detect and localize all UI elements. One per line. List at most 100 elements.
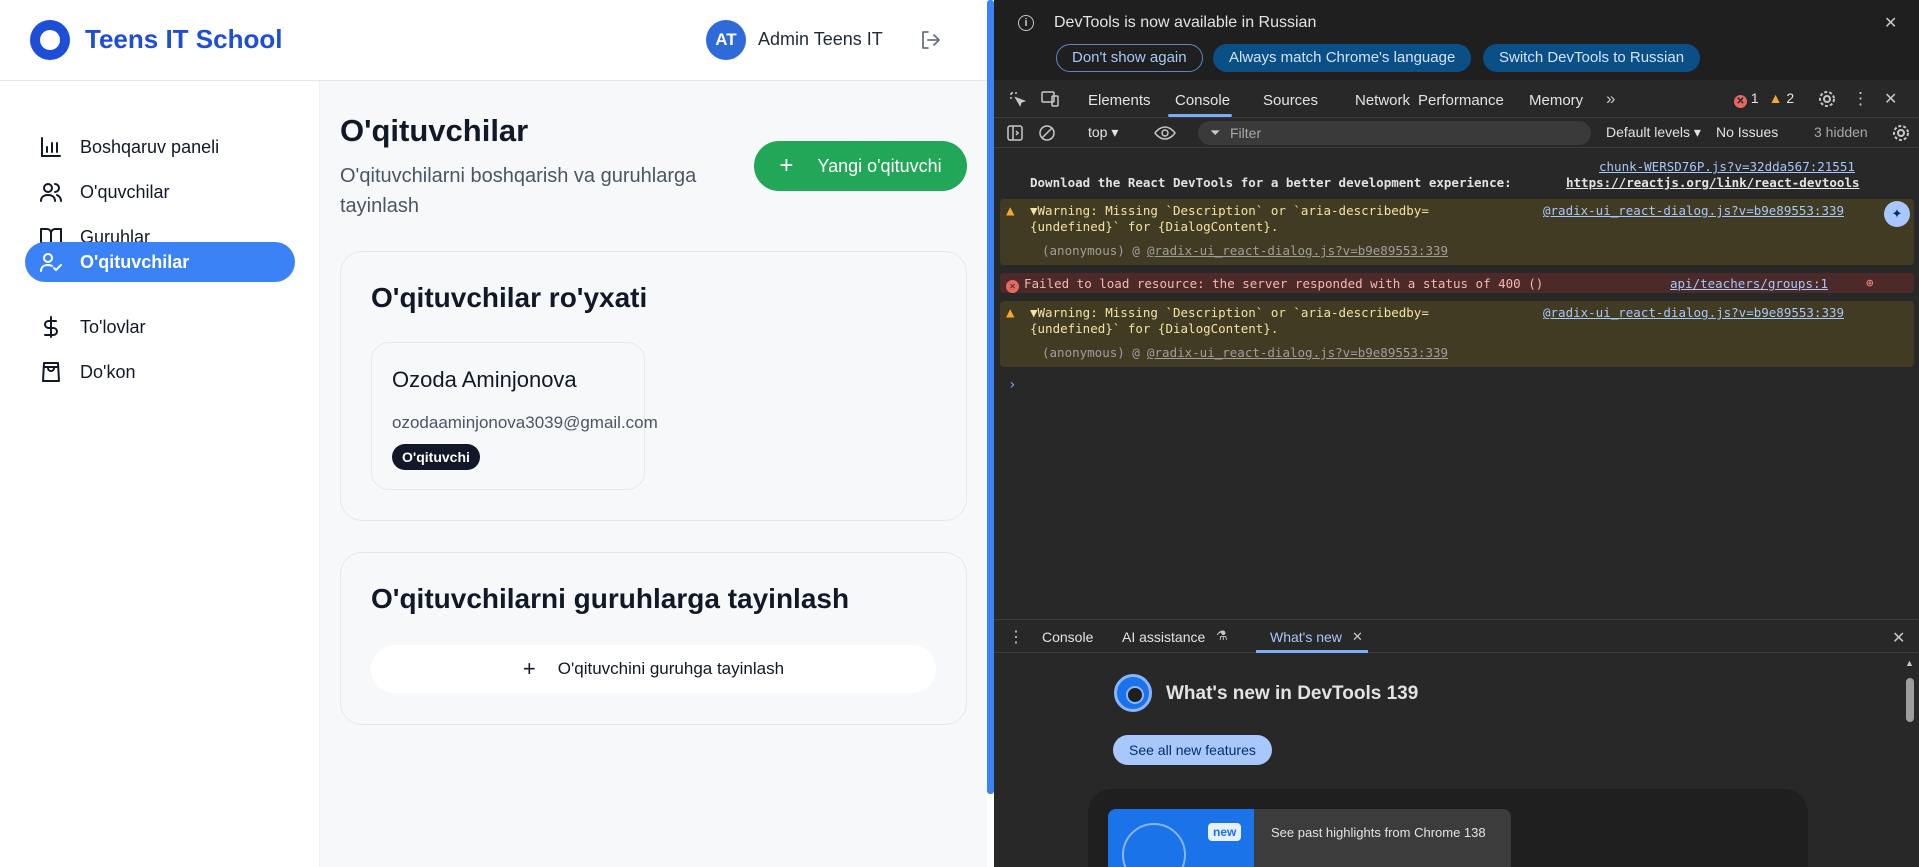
console-filter[interactable]: ⏷: [1198, 121, 1591, 145]
active-tab-indicator: [1168, 114, 1232, 117]
context-value: top: [1088, 124, 1108, 140]
network-icon[interactable]: ⊕: [1866, 275, 1874, 290]
language-infobar: i DevTools is now available in Russian ✕…: [994, 0, 1919, 80]
clear-console-icon[interactable]: [1038, 124, 1056, 142]
new-teacher-button[interactable]: + Yangi o'qituvchi: [754, 141, 967, 191]
sidebar-item-payments[interactable]: To'lovlar: [25, 307, 295, 347]
eye-icon[interactable]: [1154, 125, 1176, 141]
stack-prefix: (anonymous) @: [1042, 243, 1148, 258]
device-toolbar-icon[interactable]: [1040, 90, 1060, 108]
source-link[interactable]: @radix-ui_react-dialog.js?v=b9e89553:339: [1543, 203, 1844, 218]
teacher-email: ozodaaminjonova3039@gmail.com: [392, 413, 658, 432]
scrollbar[interactable]: ▲: [1905, 658, 1914, 867]
sidebar-item-dashboard[interactable]: Boshqaruv paneli: [25, 127, 295, 167]
plus-icon: +: [522, 656, 536, 681]
users-icon: [40, 183, 62, 202]
close-devtools-icon[interactable]: ✕: [1884, 89, 1897, 109]
teachers-list-title: O'qituvchilar ro'yxati: [371, 282, 648, 313]
warning-icon: ▲: [1768, 90, 1783, 106]
logo-icon: [30, 20, 70, 60]
sidebar-item-shop[interactable]: Do'kon: [25, 352, 295, 392]
source-link[interactable]: chunk-WERSD76P.js?v=32dda567:21551: [1599, 159, 1855, 174]
assign-teacher-button-label: O'qituvchini guruhga tayinlash: [557, 659, 785, 678]
warning-icon: ▲: [1006, 203, 1015, 219]
logout-icon[interactable]: [920, 30, 942, 50]
tab-performance[interactable]: Performance: [1418, 92, 1504, 109]
flask-icon: ⚗: [1216, 628, 1228, 643]
tab-console[interactable]: Console: [1175, 92, 1230, 109]
console-message: Download the React DevTools for a better…: [1030, 175, 1520, 190]
page-subtitle: O'qituvchilarni boshqarish va guruhlarga…: [340, 165, 697, 217]
stack-prefix: (anonymous) @: [1042, 345, 1148, 360]
inspect-element-icon[interactable]: [1008, 90, 1026, 108]
always-match-language-button[interactable]: Always match Chrome's language: [1213, 44, 1472, 72]
issues-button[interactable]: No Issues: [1716, 124, 1778, 140]
react-devtools-link[interactable]: https://reactjs.org/link/react-devtools: [1566, 175, 1860, 190]
error-icon: ✕: [1734, 95, 1747, 108]
teacher-card[interactable]: Ozoda Aminjonova ozodaaminjonova3039@gma…: [371, 342, 658, 490]
scroll-thumb[interactable]: [1906, 678, 1914, 722]
past-highlights-card[interactable]: new See past highlights from Chrome 138: [1108, 809, 1511, 867]
sidebar-item-teachers[interactable]: O'qituvchilar: [25, 242, 295, 282]
close-drawer-icon[interactable]: ✕: [1892, 628, 1905, 648]
drawer-tabbar: ⋮ Console AI assistance ⚗ What's new ✕ ✕: [994, 619, 1919, 653]
infobar-text: DevTools is now available in Russian: [1054, 14, 1317, 31]
logo-text[interactable]: Teens IT School: [85, 24, 282, 55]
tab-network[interactable]: Network: [1355, 92, 1410, 109]
tab-memory[interactable]: Memory: [1529, 92, 1583, 109]
bar-chart-icon: [41, 137, 61, 157]
console-toolbar: top ▾ ⏷ Default levels ▾ No Issues 3 hid…: [994, 118, 1919, 148]
filter-icon: ⏷: [1210, 125, 1221, 140]
drawer-tab-ai-assistance[interactable]: AI assistance: [1122, 629, 1205, 645]
highlights-panel: new See past highlights from Chrome 138: [1088, 789, 1808, 867]
stack-link[interactable]: @radix-ui_react-dialog.js?v=b9e89553:339: [1147, 345, 1448, 360]
context-selector[interactable]: top ▾: [1088, 124, 1118, 141]
scroll-up-icon[interactable]: ▲: [1905, 658, 1914, 668]
highlight-text: See past highlights from Chrome 138: [1271, 825, 1486, 840]
source-link[interactable]: api/teachers/groups:1: [1670, 276, 1828, 291]
role-badge: O'qituvchi: [392, 444, 480, 470]
source-link[interactable]: @radix-ui_react-dialog.js?v=b9e89553:339: [1543, 305, 1844, 320]
switch-to-russian-button[interactable]: Switch DevTools to Russian: [1483, 44, 1701, 72]
shopping-bag-icon: [42, 362, 60, 382]
drawer-tab-console[interactable]: Console: [1042, 629, 1093, 645]
settings-gear-icon[interactable]: [1818, 90, 1836, 108]
warning-text: ▼Warning: Missing `Description` or `aria…: [1030, 305, 1429, 320]
dont-show-again-button[interactable]: Don't show again: [1056, 44, 1203, 72]
ai-insight-icon[interactable]: ✦: [1884, 201, 1910, 227]
sidebar-item-students[interactable]: O'quvchilar: [25, 172, 295, 212]
error-count: 1: [1750, 90, 1759, 106]
teachers-list-card: O'qituvchilar ro'yxati Ozoda Aminjonova …: [340, 251, 967, 521]
console-prompt[interactable]: ›: [1008, 377, 1016, 393]
app-window: Teens IT School AT Admin Teens IT Boshqa…: [0, 0, 987, 867]
log-levels-dropdown[interactable]: Default levels ▾: [1606, 124, 1701, 141]
sidebar-toggle-icon[interactable]: [1006, 124, 1024, 142]
warning-count: 2: [1786, 90, 1795, 106]
filter-input[interactable]: [1230, 123, 1570, 143]
tab-sources[interactable]: Sources: [1263, 92, 1318, 109]
tab-elements[interactable]: Elements: [1088, 92, 1151, 109]
user-name: Admin Teens IT: [758, 29, 883, 49]
app-header: Teens IT School AT Admin Teens IT: [0, 0, 987, 81]
issue-counters[interactable]: ✕ 1 ▲ 2: [1734, 90, 1794, 108]
see-all-features-button[interactable]: See all new features: [1113, 735, 1272, 765]
sidebar-item-label: Boshqaruv paneli: [80, 136, 220, 157]
drawer-tab-whats-new[interactable]: What's new: [1270, 629, 1342, 645]
close-tab-icon[interactable]: ✕: [1352, 629, 1363, 645]
more-options-icon[interactable]: ⋮: [1852, 89, 1869, 109]
avatar[interactable]: AT: [706, 20, 746, 60]
drawer-menu-icon[interactable]: ⋮: [1008, 627, 1024, 647]
console-output[interactable]: chunk-WERSD76P.js?v=32dda567:21551 Downl…: [994, 149, 1919, 617]
info-icon: i: [1018, 15, 1034, 31]
close-icon[interactable]: ✕: [1884, 13, 1897, 33]
main-content: O'qituvchilar O'qituvchilarni boshqarish…: [320, 81, 987, 867]
sidebar-item-label: O'qituvchilar: [80, 251, 190, 272]
more-tabs-icon[interactable]: »: [1606, 89, 1615, 109]
assign-teacher-button[interactable]: + O'qituvchini guruhga tayinlash: [371, 645, 936, 693]
user-check-icon: [40, 253, 62, 272]
stack-link[interactable]: @radix-ui_react-dialog.js?v=b9e89553:339: [1147, 243, 1448, 258]
teacher-name: Ozoda Aminjonova: [392, 367, 577, 392]
dollar-icon: [44, 316, 58, 338]
console-settings-icon[interactable]: [1892, 124, 1910, 142]
viewport-resize-handle[interactable]: [987, 0, 994, 794]
